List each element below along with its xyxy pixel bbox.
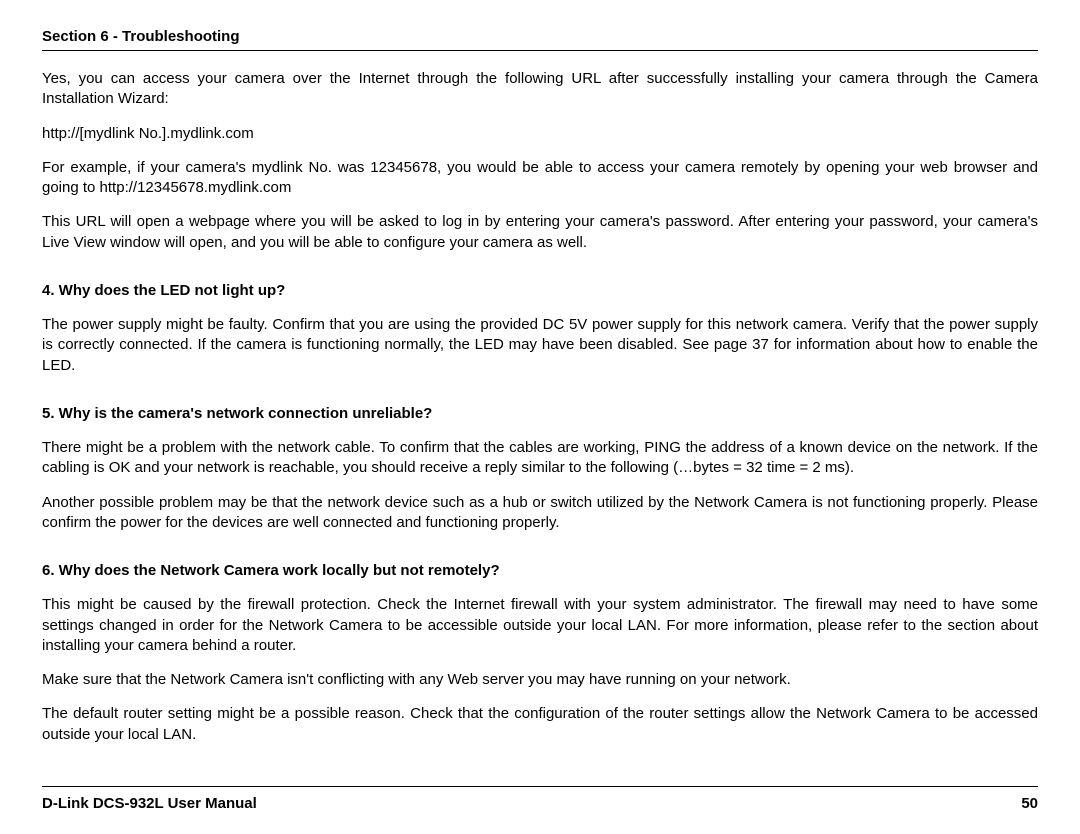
- footer-manual-title: D-Link DCS-932L User Manual: [42, 795, 257, 812]
- intro-paragraph-3: For example, if your camera's mydlink No…: [42, 158, 1038, 199]
- question-5-title: 5. Why is the camera's network connectio…: [42, 404, 1038, 424]
- footer-page-number: 50: [1021, 795, 1038, 812]
- page-footer: D-Link DCS-932L User Manual 50: [42, 786, 1038, 812]
- intro-paragraph-4: This URL will open a webpage where you w…: [42, 212, 1038, 253]
- section-header: Section 6 - Troubleshooting: [42, 28, 1038, 51]
- question-6-answer-2: Make sure that the Network Camera isn't …: [42, 670, 1038, 690]
- question-5-answer-1: There might be a problem with the networ…: [42, 438, 1038, 479]
- question-6-answer-3: The default router setting might be a po…: [42, 704, 1038, 745]
- question-5-answer-2: Another possible problem may be that the…: [42, 493, 1038, 534]
- question-4-title: 4. Why does the LED not light up?: [42, 281, 1038, 301]
- intro-url: http://[mydlink No.].mydlink.com: [42, 124, 1038, 144]
- question-6-title: 6. Why does the Network Camera work loca…: [42, 561, 1038, 581]
- question-4-answer: The power supply might be faulty. Confir…: [42, 315, 1038, 376]
- page-content: Yes, you can access your camera over the…: [42, 69, 1038, 745]
- question-6-answer-1: This might be caused by the firewall pro…: [42, 595, 1038, 656]
- intro-paragraph-1: Yes, you can access your camera over the…: [42, 69, 1038, 110]
